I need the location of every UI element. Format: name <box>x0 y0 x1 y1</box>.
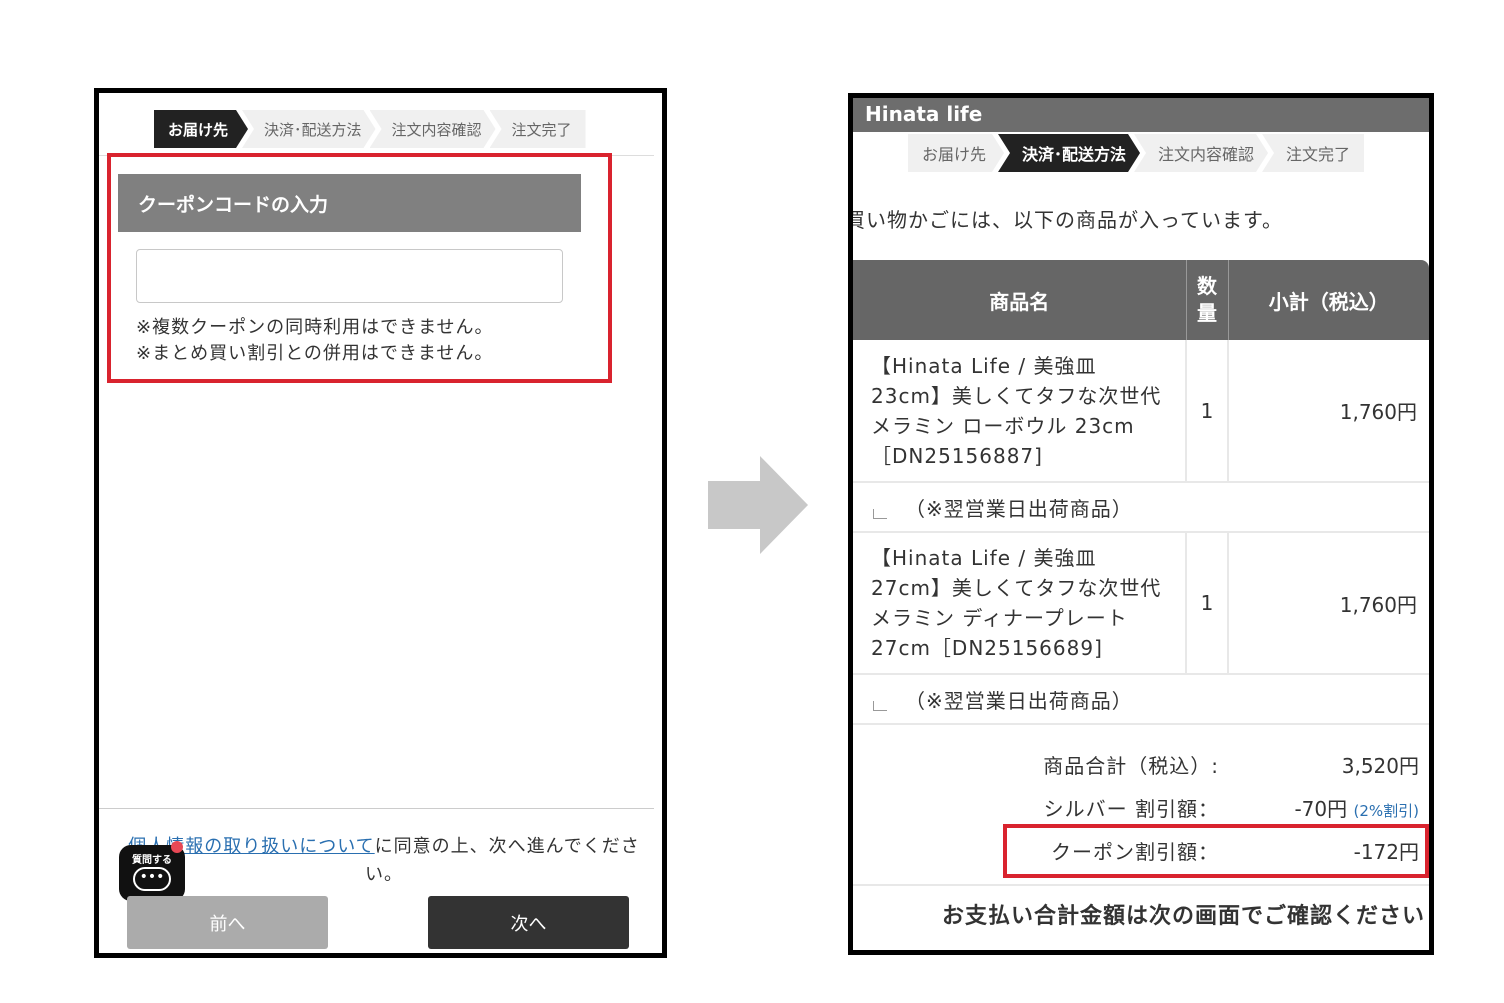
shipping-note: （※翌営業日出荷商品） <box>853 674 1429 725</box>
goods-total-value: 3,520円 <box>1341 754 1419 778</box>
coupon-discount-label: クーポン割引額： <box>1051 840 1219 864</box>
coupon-code-input[interactable] <box>136 249 563 303</box>
step-payment-shipping[interactable]: 決済･配送方法 <box>242 110 376 148</box>
divider <box>99 808 654 809</box>
coupon-highlight-box: クーポンコードの入力 ※複数クーポンの同時利用はできません。 ※まとめ買い割引と… <box>107 153 612 383</box>
notification-dot <box>171 841 183 853</box>
payment-total-note: お支払い合計金額は次の画面でご確認ください <box>941 904 1425 929</box>
silver-discount-label: シルバー 割引額： <box>1043 797 1219 821</box>
product-qty: 1 <box>1186 532 1229 675</box>
right-arrow-icon <box>708 456 808 554</box>
coupon-entry-screen: お届け先 決済･配送方法 注文内容確認 注文完了 クーポンコードの入力 ※複数ク… <box>94 88 667 958</box>
table-header-row: 商品名 数量 小計（税込） <box>853 260 1429 340</box>
table-row: 【Hinata Life / 美強皿 27cm】美しくてタフな次世代メラミン デ… <box>853 532 1429 675</box>
agreement-text: に同意の上、次へ進んでください。 <box>365 836 640 885</box>
silver-discount-value: -70円 (2%割引) <box>1294 797 1419 821</box>
step-order-complete[interactable]: 注文完了 <box>489 110 586 148</box>
header-subtotal: 小計（税込） <box>1228 260 1429 340</box>
step-order-confirm[interactable]: 注文内容確認 <box>370 110 496 148</box>
coupon-section-header: クーポンコードの入力 <box>118 174 581 232</box>
checkout-steps: お届け先 決済･配送方法 注文内容確認 注文完了 <box>908 134 1365 172</box>
app-title: Hinata life <box>853 98 1429 132</box>
coupon-note-multiple: ※複数クーポンの同時利用はできません。 <box>136 317 494 338</box>
product-name: 【Hinata Life / 美強皿 23cm】美しくてタフな次世代メラミン ロ… <box>853 340 1187 483</box>
shipping-note: （※翌営業日出荷商品） <box>853 482 1429 533</box>
header-quantity: 数量 <box>1186 260 1229 340</box>
chat-label: 質問する <box>132 855 172 866</box>
chat-bubble-icon: ••• <box>133 867 171 891</box>
order-summary-screen: Hinata life お届け先 決済･配送方法 注文内容確認 注文完了 買い物… <box>848 93 1434 955</box>
goods-total-label: 商品合計（税込）: <box>1043 754 1219 778</box>
product-subtotal: 1,760円 <box>1228 340 1429 483</box>
branch-icon <box>873 700 887 711</box>
next-button[interactable]: 次へ <box>428 896 629 949</box>
checkout-steps: お届け先 決済･配送方法 注文内容確認 注文完了 <box>154 110 586 148</box>
divider <box>853 884 1429 886</box>
step-delivery[interactable]: お届け先 <box>908 134 1004 172</box>
coupon-discount-value: -172円 <box>1353 840 1419 864</box>
product-qty: 1 <box>1186 340 1229 483</box>
product-name: 【Hinata Life / 美強皿 27cm】美しくてタフな次世代メラミン デ… <box>853 532 1187 675</box>
header-product-name: 商品名 <box>853 260 1187 340</box>
table-note-row: （※翌営業日出荷商品） <box>853 674 1429 725</box>
cart-intro-text: 買い物かごには、以下の商品が入っています。 <box>848 208 1283 232</box>
table-row: 【Hinata Life / 美強皿 23cm】美しくてタフな次世代メラミン ロ… <box>853 340 1429 483</box>
step-order-complete[interactable]: 注文完了 <box>1262 134 1365 172</box>
step-delivery[interactable]: お届け先 <box>154 110 248 148</box>
cart-table: 商品名 数量 小計（税込） 【Hinata Life / 美強皿 23cm】美し… <box>853 260 1429 725</box>
step-payment-shipping[interactable]: 決済･配送方法 <box>998 134 1140 172</box>
step-order-confirm[interactable]: 注文内容確認 <box>1134 134 1268 172</box>
prev-button[interactable]: 前へ <box>127 896 328 949</box>
coupon-note-bulk: ※まとめ買い割引との併用はできません。 <box>136 343 494 364</box>
product-subtotal: 1,760円 <box>1228 532 1429 675</box>
chat-widget-button[interactable]: 質問する ••• <box>119 841 185 901</box>
privacy-agreement: 個人情報の取り扱いについてに同意の上、次へ進んでください。 <box>119 833 649 889</box>
branch-icon <box>873 508 887 519</box>
table-note-row: （※翌営業日出荷商品） <box>853 482 1429 533</box>
